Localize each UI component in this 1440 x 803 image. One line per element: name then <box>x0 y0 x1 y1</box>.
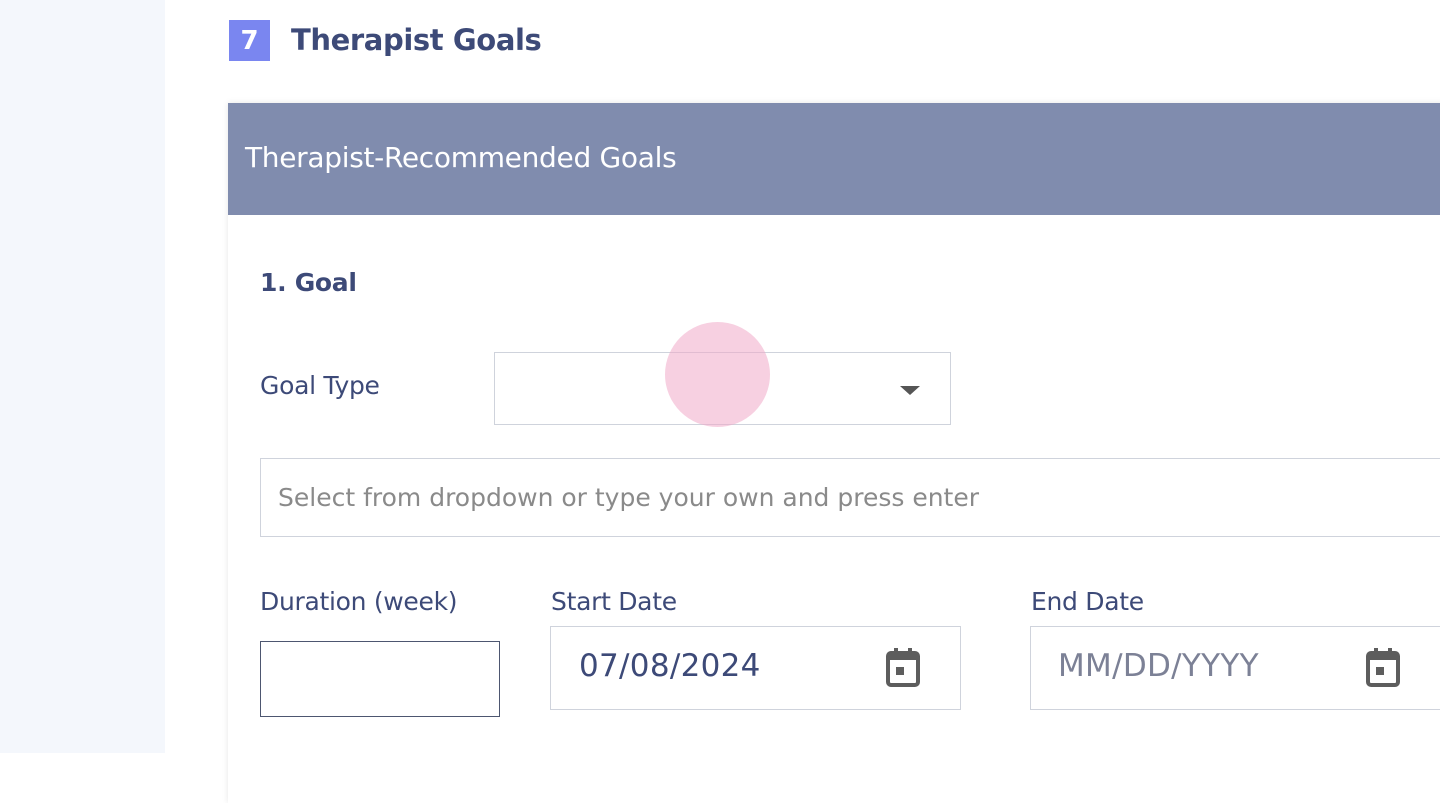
end-date-label: End Date <box>1031 587 1144 616</box>
start-date-field[interactable]: 07/08/2024 <box>550 626 961 710</box>
left-rail <box>0 0 165 753</box>
calendar-icon[interactable] <box>884 646 922 688</box>
card-header-title: Therapist-Recommended Goals <box>245 141 677 174</box>
goal-heading: 1. Goal <box>260 268 357 297</box>
end-date-placeholder: MM/DD/YYYY <box>1058 648 1259 684</box>
section-number-badge: 7 <box>229 20 270 61</box>
duration-input[interactable] <box>260 641 500 717</box>
goal-text-input[interactable] <box>260 458 1440 537</box>
goals-card: Therapist-Recommended Goals 1. Goal Goal… <box>228 103 1440 803</box>
start-date-value: 07/08/2024 <box>579 648 761 684</box>
click-indicator <box>665 322 770 427</box>
calendar-icon[interactable] <box>1364 646 1402 688</box>
duration-label: Duration (week) <box>260 587 458 616</box>
section-title: Therapist Goals <box>291 23 542 57</box>
goal-type-label: Goal Type <box>260 371 380 400</box>
end-date-field[interactable]: MM/DD/YYYY <box>1030 626 1440 710</box>
start-date-label: Start Date <box>551 587 677 616</box>
caret-down-icon[interactable] <box>900 386 920 395</box>
card-header: Therapist-Recommended Goals <box>228 103 1440 215</box>
